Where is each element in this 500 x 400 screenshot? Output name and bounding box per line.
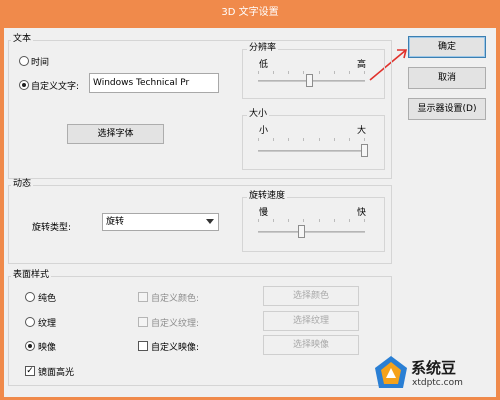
- speed-track: [258, 231, 365, 233]
- specular-label: 镜面高光: [38, 368, 75, 378]
- radio-custom-text-label: 自定义文字:: [31, 82, 80, 92]
- resolution-max-label: 高: [357, 60, 367, 70]
- custom-reflection-checkbox[interactable]: [138, 341, 148, 351]
- choose-texture-button[interactable]: 选择纹理: [263, 311, 359, 331]
- radio-time[interactable]: [19, 56, 29, 66]
- size-max-label: 大: [357, 126, 367, 136]
- logo-icon: [375, 356, 407, 388]
- resolution-label: 分辨率: [247, 43, 279, 54]
- chevron-down-icon: [206, 219, 214, 224]
- window-title: 3D 文字设置: [221, 7, 279, 18]
- custom-color-checkbox[interactable]: [138, 292, 148, 302]
- choose-reflection-button[interactable]: 选择映像: [263, 335, 359, 355]
- watermark-url: xtdptc.com: [412, 378, 463, 388]
- radio-solid[interactable]: [25, 292, 35, 302]
- custom-texture-label: 自定义纹理:: [151, 319, 200, 329]
- custom-color-label: 自定义颜色:: [151, 294, 200, 304]
- rotation-type-value: 旋转: [106, 217, 125, 227]
- custom-text-input[interactable]: Windows Technical Pr: [89, 73, 219, 93]
- size-ticks: [258, 138, 365, 141]
- watermark-text: 系统豆: [411, 359, 457, 377]
- text-group-label: 文本: [11, 34, 34, 45]
- display-settings-button[interactable]: 显示器设置(D): [408, 98, 486, 120]
- custom-texture-checkbox[interactable]: [138, 317, 148, 327]
- speed-label: 旋转速度: [247, 191, 288, 202]
- speed-min-label: 慢: [259, 208, 269, 218]
- speed-max-label: 快: [357, 208, 367, 218]
- choose-font-button[interactable]: 选择字体: [67, 124, 164, 144]
- radio-reflection-label: 映像: [38, 343, 57, 353]
- ok-button[interactable]: 确定: [408, 36, 486, 58]
- resolution-min-label: 低: [259, 60, 269, 70]
- motion-group-label: 动态: [11, 179, 34, 190]
- radio-solid-label: 纯色: [38, 294, 57, 304]
- size-min-label: 小: [259, 126, 269, 136]
- checkmark-icon: ✓: [26, 366, 34, 376]
- radio-texture[interactable]: [25, 317, 35, 327]
- specular-checkbox[interactable]: ✓: [25, 366, 35, 376]
- radio-custom-text[interactable]: [19, 80, 29, 90]
- resolution-slider-thumb[interactable]: [306, 74, 313, 87]
- speed-slider-thumb[interactable]: [298, 225, 305, 238]
- cancel-button[interactable]: 取消: [408, 67, 486, 89]
- radio-time-label: 时间: [31, 58, 50, 68]
- radio-reflection[interactable]: [25, 341, 35, 351]
- surface-group-label: 表面样式: [11, 270, 52, 281]
- radio-texture-label: 纹理: [38, 319, 57, 329]
- size-label: 大小: [247, 109, 270, 120]
- rotation-type-label: 旋转类型:: [32, 223, 72, 233]
- speed-ticks: [258, 219, 365, 222]
- size-track: [258, 150, 365, 152]
- rotation-type-select[interactable]: 旋转: [102, 213, 219, 231]
- custom-reflection-label: 自定义映像:: [151, 343, 200, 353]
- choose-color-button[interactable]: 选择颜色: [263, 286, 359, 306]
- size-slider-thumb[interactable]: [361, 144, 368, 157]
